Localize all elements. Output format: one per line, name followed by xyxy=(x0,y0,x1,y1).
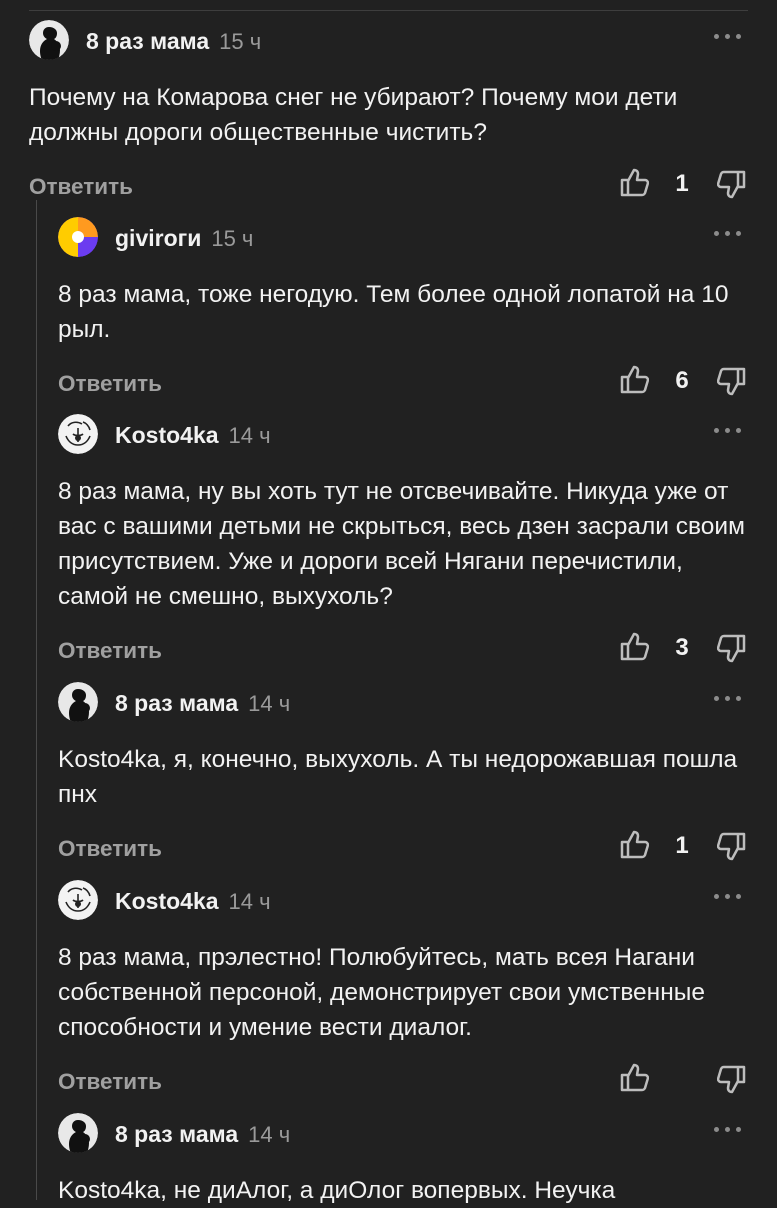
thread-line xyxy=(36,200,37,1200)
comment-header: Kosto4ka 14 ч xyxy=(58,878,748,922)
thumbs-up-icon[interactable] xyxy=(619,630,649,662)
more-dots-icon[interactable] xyxy=(714,422,748,438)
author-name[interactable]: 8 раз мама 15 ч xyxy=(86,28,261,55)
more-dots-icon[interactable] xyxy=(714,225,748,241)
reply-button[interactable]: Ответить xyxy=(29,174,133,200)
avatar[interactable] xyxy=(58,1113,98,1153)
avatar[interactable] xyxy=(58,682,98,722)
comment-actions: Ответить 1 xyxy=(58,828,748,872)
like-count: 1 xyxy=(675,170,689,197)
avatar[interactable] xyxy=(29,20,69,60)
author-name[interactable]: Kosto4ka 14 ч xyxy=(115,422,271,449)
thumbs-down-icon[interactable] xyxy=(717,169,747,201)
comment: Kosto4ka 14 ч 8 раз мама, ну вы хоть тут … xyxy=(58,412,748,674)
more-dots-icon[interactable] xyxy=(714,28,748,44)
author-name[interactable]: 8 раз мама 14 ч xyxy=(115,1121,290,1148)
comment-actions: Ответить 3 xyxy=(58,630,748,674)
avatar[interactable] xyxy=(58,414,98,454)
avatar[interactable] xyxy=(58,217,98,257)
thumbs-down-icon[interactable] xyxy=(717,1064,747,1096)
timestamp: 15 ч xyxy=(219,29,262,54)
top-divider xyxy=(29,10,748,11)
thumbs-up-icon[interactable] xyxy=(619,363,649,395)
avatar[interactable] xyxy=(58,880,98,920)
author-name[interactable]: Kosto4ka 14 ч xyxy=(115,888,271,915)
reply-button[interactable]: Ответить xyxy=(58,638,162,664)
thumbs-up-icon[interactable] xyxy=(619,828,649,860)
more-dots-icon[interactable] xyxy=(714,888,748,904)
comment-actions: Ответить xyxy=(58,1061,748,1105)
thumbs-down-icon[interactable] xyxy=(717,633,747,665)
more-dots-icon[interactable] xyxy=(714,1121,748,1137)
comment-text: 8 раз мама, ну вы хоть тут не отсвечивай… xyxy=(58,478,745,610)
thumbs-down-icon[interactable] xyxy=(717,366,747,398)
comment-text: Kosto4ka, не диАлог, а диОлог вопервых. … xyxy=(58,1177,616,1204)
more-dots-icon[interactable] xyxy=(714,690,748,706)
reply-button[interactable]: Ответить xyxy=(58,836,162,862)
comment-text: 8 раз мама, прэлестно! Полюбуйтесь, мать… xyxy=(58,944,705,1041)
comment-header: Kosto4ka 14 ч xyxy=(58,412,748,456)
comment: Kosto4ka 14 ч 8 раз мама, прэлестно! Полю… xyxy=(58,878,748,1105)
thumbs-up-icon[interactable] xyxy=(619,1061,649,1093)
comment: 8 раз мама 14 ч Kosto4ka, не диАлог, а ди… xyxy=(58,1111,748,1208)
reply-button[interactable]: Ответить xyxy=(58,1069,162,1095)
like-count: 3 xyxy=(675,634,689,661)
like-count: 6 xyxy=(675,367,689,394)
comment-text: Kosto4ka, я, конечно, выхухоль. А ты нед… xyxy=(58,746,738,808)
thumbs-up-icon[interactable] xyxy=(619,166,649,198)
comment-text: Почему на Комарова снег не убирают? Поче… xyxy=(29,84,678,146)
comment-header: givirоги 15 ч xyxy=(58,215,748,259)
comment-header: 8 раз мама 14 ч xyxy=(58,680,748,724)
comment: 8 раз мама 14 ч Kosto4ka, я, конечно, вых… xyxy=(58,680,748,872)
comment: 8 раз мама 15 ч Почему на Комарова снег н… xyxy=(29,18,748,210)
comment-actions: Ответить 1 xyxy=(29,166,748,210)
timestamp: 14 ч xyxy=(248,1122,291,1147)
reply-button[interactable]: Ответить xyxy=(58,371,162,397)
comment: givirоги 15 ч 8 раз мама, тоже негодую. Т… xyxy=(58,215,748,407)
timestamp: 14 ч xyxy=(228,889,271,914)
author-name[interactable]: 8 раз мама 14 ч xyxy=(115,690,290,717)
timestamp: 14 ч xyxy=(248,691,291,716)
timestamp: 15 ч xyxy=(211,226,254,251)
timestamp: 14 ч xyxy=(228,423,271,448)
thumbs-down-icon[interactable] xyxy=(717,831,747,863)
comment-actions: Ответить 6 xyxy=(58,363,748,407)
like-count: 1 xyxy=(675,832,689,859)
comment-text: 8 раз мама, тоже негодую. Тем более одно… xyxy=(58,281,729,343)
author-name[interactable]: givirоги 15 ч xyxy=(115,225,253,252)
comment-header: 8 раз мама 15 ч xyxy=(29,18,748,62)
comment-header: 8 раз мама 14 ч xyxy=(58,1111,748,1155)
